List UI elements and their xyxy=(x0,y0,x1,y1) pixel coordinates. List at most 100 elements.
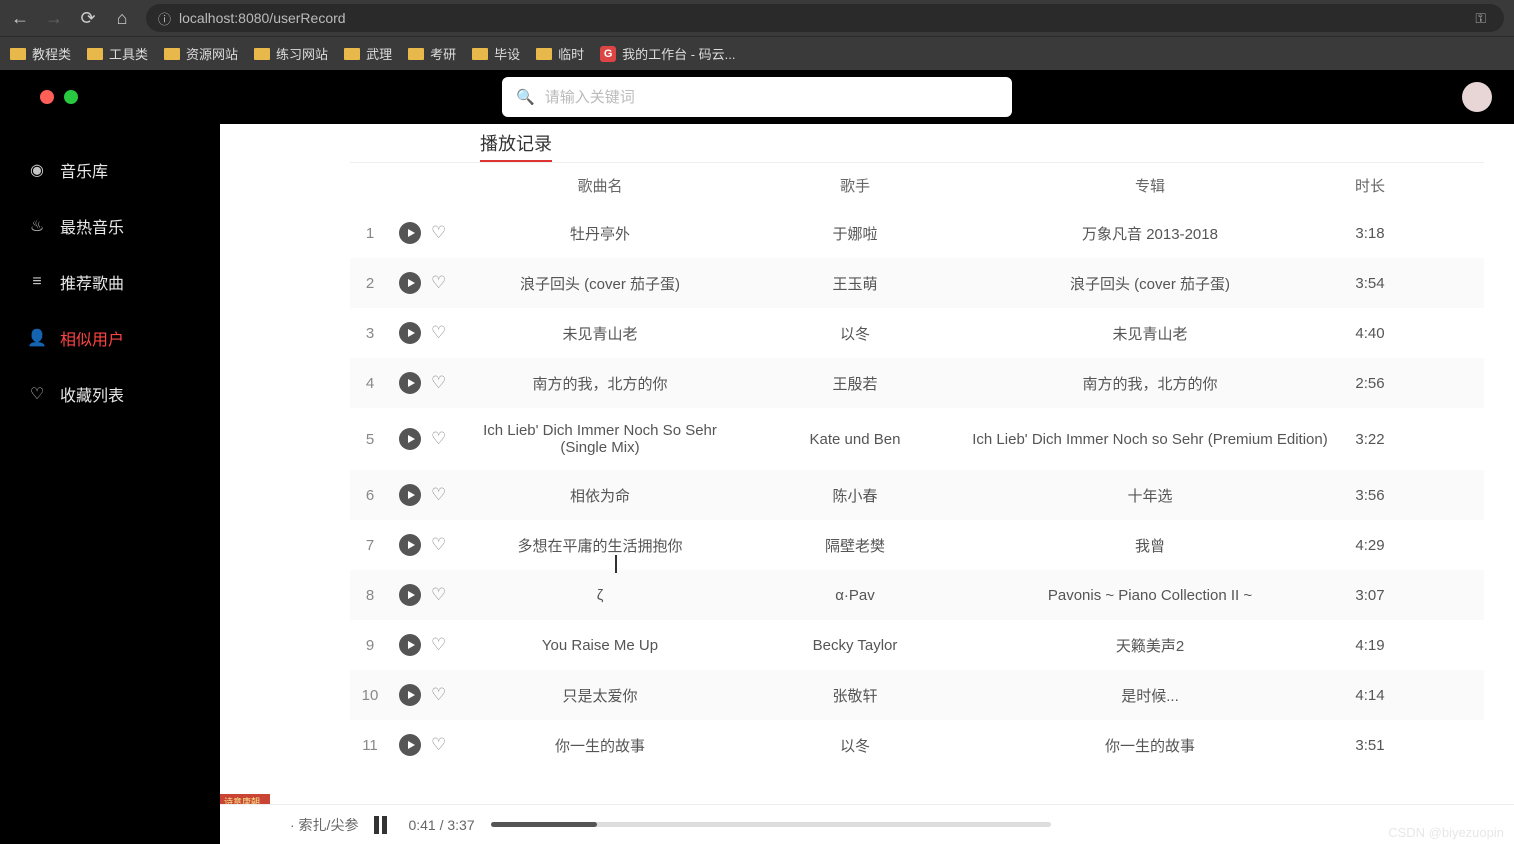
table-row[interactable]: 6♡相依为命陈小春十年选3:56 xyxy=(350,470,1484,520)
play-button[interactable] xyxy=(399,428,421,450)
forward-button[interactable]: → xyxy=(44,8,64,28)
folder-icon xyxy=(164,48,180,60)
duration: 3:54 xyxy=(1330,275,1410,292)
player-bar: · 索扎/尖参 0:41 / 3:37 xyxy=(220,804,1514,844)
song-name: You Raise Me Up xyxy=(460,637,740,654)
play-button[interactable] xyxy=(399,372,421,394)
table-row[interactable]: 7♡多想在平庸的生活拥抱你隔壁老樊我曾4:29 xyxy=(350,520,1484,570)
artist-name: 陈小春 xyxy=(740,485,970,506)
bookmark-folder[interactable]: 练习网站 xyxy=(254,44,328,63)
song-name: 南方的我，北方的你 xyxy=(460,373,740,394)
table-row[interactable]: 3♡未见青山老以冬未见青山老4:40 xyxy=(350,308,1484,358)
favorite-button[interactable]: ♡ xyxy=(431,323,451,343)
reload-button[interactable]: ⟳ xyxy=(78,8,98,28)
bookmark-folder[interactable]: 工具类 xyxy=(87,44,148,63)
play-history-table: 歌曲名 歌手 专辑 时长 1♡牡丹亭外于娜啦万象凡音 2013-20183:18… xyxy=(350,163,1484,770)
favorite-button[interactable]: ♡ xyxy=(431,585,451,605)
sidebar: ◉音乐库 ♨最热音乐 ≡推荐歌曲 👤相似用户 ♡收藏列表 xyxy=(0,124,220,804)
artist-name: 于娜啦 xyxy=(740,223,970,244)
bookmark-folder[interactable]: 武理 xyxy=(344,44,392,63)
row-index: 7 xyxy=(350,537,390,554)
minimize-window[interactable] xyxy=(64,90,78,104)
progress-fill xyxy=(491,822,597,827)
table-row[interactable]: 2♡浪子回头 (cover 茄子蛋)王玉萌浪子回头 (cover 茄子蛋)3:5… xyxy=(350,258,1484,308)
sidebar-item-favorites[interactable]: ♡收藏列表 xyxy=(0,366,220,422)
favorite-button[interactable]: ♡ xyxy=(431,373,451,393)
search-box[interactable]: 🔍 xyxy=(502,77,1012,117)
duration: 3:51 xyxy=(1330,737,1410,754)
search-input[interactable] xyxy=(545,89,998,106)
album-name: 我曾 xyxy=(970,535,1330,556)
favorite-button[interactable]: ♡ xyxy=(431,273,451,293)
album-name: 浪子回头 (cover 茄子蛋) xyxy=(970,273,1330,294)
row-index: 11 xyxy=(350,737,390,754)
playback-time: 0:41 / 3:37 xyxy=(408,817,474,833)
table-row[interactable]: 4♡南方的我，北方的你王殷若南方的我，北方的你2:56 xyxy=(350,358,1484,408)
play-button[interactable] xyxy=(399,534,421,556)
progress-bar[interactable] xyxy=(491,822,1051,827)
bookmark-folder[interactable]: 资源网站 xyxy=(164,44,238,63)
song-name: ζ xyxy=(460,587,740,604)
pause-button[interactable] xyxy=(374,816,392,834)
play-button[interactable] xyxy=(399,322,421,344)
play-button[interactable] xyxy=(399,584,421,606)
table-row[interactable]: 9♡You Raise Me UpBecky Taylor天籁美声24:19 xyxy=(350,620,1484,670)
table-row[interactable]: 8♡ζα·PavPavonis ~ Piano Collection II ~3… xyxy=(350,570,1484,620)
home-button[interactable]: ⌂ xyxy=(112,8,132,28)
album-name: Ich Lieb' Dich Immer Noch so Sehr (Premi… xyxy=(970,431,1330,448)
favorite-button[interactable]: ♡ xyxy=(431,635,451,655)
bookmark-folder[interactable]: 考研 xyxy=(408,44,456,63)
gitee-icon: G xyxy=(600,46,616,62)
disc-icon: ◉ xyxy=(28,161,46,179)
play-button[interactable] xyxy=(399,272,421,294)
page-title: 播放记录 xyxy=(480,124,552,162)
table-row[interactable]: 5♡Ich Lieb' Dich Immer Noch So Sehr (Sin… xyxy=(350,408,1484,470)
url-bar[interactable]: ⓘ localhost:8080/userRecord ⚿ xyxy=(146,4,1504,32)
album-name: 未见青山老 xyxy=(970,323,1330,344)
sidebar-item-recommend[interactable]: ≡推荐歌曲 xyxy=(0,254,220,310)
bookmark-folder[interactable]: 教程类 xyxy=(10,44,71,63)
user-icon: 👤 xyxy=(28,329,46,347)
sidebar-item-library[interactable]: ◉音乐库 xyxy=(0,142,220,198)
header-artist: 歌手 xyxy=(740,175,970,196)
song-name: 多想在平庸的生活拥抱你 xyxy=(460,535,740,556)
bookmark-link[interactable]: G我的工作台 - 码云... xyxy=(600,44,735,63)
close-window[interactable] xyxy=(40,90,54,104)
album-name: Pavonis ~ Piano Collection II ~ xyxy=(970,587,1330,604)
favorite-button[interactable]: ♡ xyxy=(431,485,451,505)
row-index: 6 xyxy=(350,487,390,504)
table-row[interactable]: 10♡只是太爱你张敬轩是时候...4:14 xyxy=(350,670,1484,720)
bookmark-folder[interactable]: 临时 xyxy=(536,44,584,63)
favorite-button[interactable]: ♡ xyxy=(431,535,451,555)
site-info-icon: ⓘ xyxy=(158,9,171,28)
folder-icon xyxy=(408,48,424,60)
row-index: 10 xyxy=(350,687,390,704)
duration: 4:14 xyxy=(1330,687,1410,704)
heart-icon: ♡ xyxy=(28,385,46,403)
play-button[interactable] xyxy=(399,222,421,244)
table-row[interactable]: 11♡你一生的故事以冬你一生的故事3:51 xyxy=(350,720,1484,770)
favorite-button[interactable]: ♡ xyxy=(431,429,451,449)
favorite-button[interactable]: ♡ xyxy=(431,685,451,705)
play-button[interactable] xyxy=(399,684,421,706)
sidebar-item-similar-users[interactable]: 👤相似用户 xyxy=(0,310,220,366)
back-button[interactable]: ← xyxy=(10,8,30,28)
sidebar-item-hot[interactable]: ♨最热音乐 xyxy=(0,198,220,254)
row-index: 9 xyxy=(350,637,390,654)
play-button[interactable] xyxy=(399,634,421,656)
play-button[interactable] xyxy=(399,484,421,506)
duration: 4:29 xyxy=(1330,537,1410,554)
row-index: 4 xyxy=(350,375,390,392)
favorite-button[interactable]: ♡ xyxy=(431,735,451,755)
album-name: 十年选 xyxy=(970,485,1330,506)
user-avatar[interactable] xyxy=(1462,82,1492,112)
table-row[interactable]: 1♡牡丹亭外于娜啦万象凡音 2013-20183:18 xyxy=(350,208,1484,258)
bookmark-folder[interactable]: 毕设 xyxy=(472,44,520,63)
album-name: 是时候... xyxy=(970,685,1330,706)
duration: 4:40 xyxy=(1330,325,1410,342)
play-button[interactable] xyxy=(399,734,421,756)
favorite-button[interactable]: ♡ xyxy=(431,223,451,243)
key-icon[interactable]: ⚿ xyxy=(1475,10,1486,27)
artist-name: Kate und Ben xyxy=(740,431,970,448)
album-name: 南方的我，北方的你 xyxy=(970,373,1330,394)
